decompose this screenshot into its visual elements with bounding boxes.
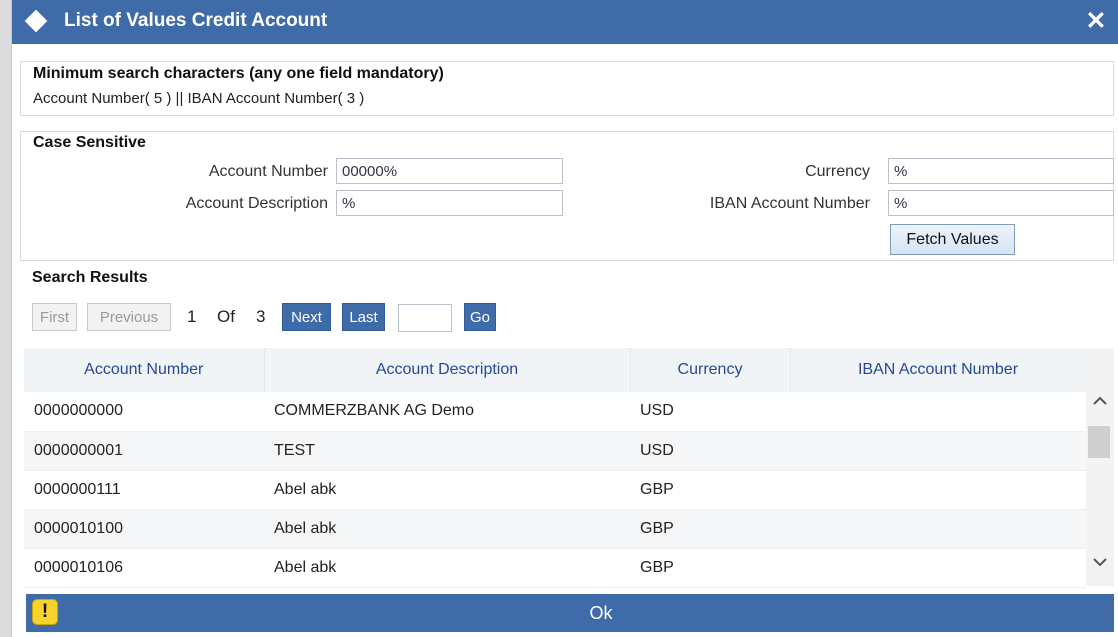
iban-input[interactable]: [888, 190, 1114, 216]
last-page-button[interactable]: Last: [342, 303, 385, 331]
iban-cell: [790, 392, 1086, 432]
left-window-edge: [0, 0, 12, 637]
chevron-up-icon[interactable]: [1091, 392, 1109, 410]
iban-cell: [790, 548, 1086, 588]
currency-cell: GBP: [630, 548, 790, 588]
min-search-rule: Account Number( 5 ) || IBAN Account Numb…: [33, 90, 365, 107]
title-bar: List of Values Credit Account ✕: [12, 0, 1118, 44]
account-number-cell: 0000010106: [24, 548, 264, 588]
table-scrollbar[interactable]: [1086, 348, 1114, 586]
table-row[interactable]: 0000000001 TEST USD: [24, 431, 1086, 471]
search-results-title: Search Results: [32, 269, 148, 286]
account-description-input[interactable]: [336, 190, 563, 216]
currency-cell: USD: [630, 392, 790, 432]
account-number-cell: 0000000111: [24, 470, 264, 510]
go-button[interactable]: Go: [464, 303, 496, 331]
iban-cell: [790, 509, 1086, 549]
table-row[interactable]: 0000010100 Abel abk GBP: [24, 509, 1086, 549]
table-row[interactable]: 0000010106 Abel abk GBP: [24, 548, 1086, 588]
account-description-cell: Abel abk: [264, 470, 630, 510]
next-page-button[interactable]: Next: [282, 303, 331, 331]
close-button[interactable]: ✕: [1082, 7, 1110, 35]
account-number-cell: 0000010100: [24, 509, 264, 549]
dialog-title: List of Values Credit Account: [64, 10, 328, 31]
warning-icon: !: [32, 599, 58, 625]
table-row[interactable]: 0000000000 COMMERZBANK AG Demo USD: [24, 392, 1086, 432]
min-search-fieldset: Minimum search characters (any one field…: [20, 61, 1114, 116]
account-number-cell: 0000000001: [24, 431, 264, 471]
ok-button[interactable]: Ok: [506, 594, 696, 632]
column-header-account-number[interactable]: Account Number: [24, 348, 265, 392]
account-number-cell: 0000000000: [24, 392, 264, 432]
account-description-cell: Abel abk: [264, 548, 630, 588]
iban-cell: [790, 470, 1086, 510]
currency-label: Currency: [805, 163, 870, 180]
currency-input[interactable]: [888, 158, 1114, 184]
account-description-cell: Abel abk: [264, 509, 630, 549]
case-sensitive-legend: Case Sensitive: [31, 134, 148, 152]
table-row[interactable]: 0000000111 Abel abk GBP: [24, 470, 1086, 510]
account-description-cell: COMMERZBANK AG Demo: [264, 392, 630, 432]
currency-cell: USD: [630, 431, 790, 471]
currency-cell: GBP: [630, 509, 790, 549]
min-search-legend: Minimum search characters (any one field…: [31, 65, 446, 83]
column-header-iban-account-number[interactable]: IBAN Account Number: [790, 348, 1087, 392]
first-page-button[interactable]: First: [32, 303, 77, 331]
currency-cell: GBP: [630, 470, 790, 510]
page-number-input[interactable]: [398, 304, 452, 332]
account-description-label: Account Description: [185, 195, 328, 212]
fetch-values-button[interactable]: Fetch Values: [890, 224, 1015, 255]
results-table-container: Account Number Account Description Curre…: [24, 348, 1087, 588]
scrollbar-thumb[interactable]: [1088, 426, 1110, 458]
previous-page-button[interactable]: Previous: [87, 303, 171, 331]
iban-label: IBAN Account Number: [709, 195, 870, 212]
page-of-label: Of: [217, 307, 235, 326]
total-pages: 3: [256, 307, 266, 326]
iban-cell: [790, 431, 1086, 471]
chevron-down-icon[interactable]: [1091, 553, 1109, 571]
footer-bar: ! Ok: [26, 594, 1114, 632]
list-of-values-dialog: List of Values Credit Account ✕ Minimum …: [12, 0, 1118, 637]
results-table: Account Number Account Description Curre…: [24, 348, 1087, 588]
table-header-row: Account Number Account Description Curre…: [24, 348, 1087, 392]
diamond-icon: [24, 9, 48, 33]
account-number-label: Account Number: [208, 163, 328, 180]
current-page: 1: [187, 307, 197, 326]
column-header-currency[interactable]: Currency: [630, 348, 791, 392]
account-description-cell: TEST: [264, 431, 630, 471]
column-header-account-description[interactable]: Account Description: [264, 348, 631, 392]
account-number-input[interactable]: [336, 158, 563, 184]
